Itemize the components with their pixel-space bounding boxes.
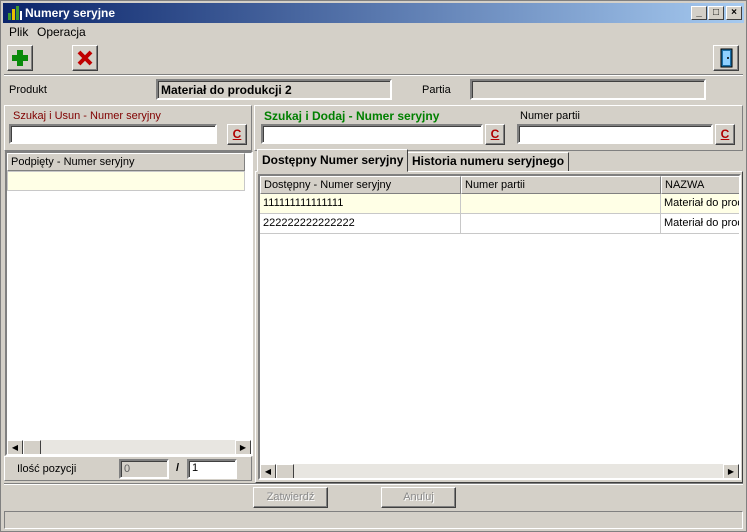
- right-clear-button[interactable]: C: [485, 124, 505, 145]
- batch-field: [470, 79, 706, 100]
- confirm-button[interactable]: Zatwierdź: [253, 487, 328, 508]
- scroll-thumb[interactable]: [276, 464, 294, 478]
- toolbar-divider: [4, 74, 743, 76]
- table-row-2-serial[interactable]: 222222222222222: [260, 214, 461, 234]
- batch-clear-button[interactable]: C: [715, 124, 735, 145]
- door-exit-icon: [720, 48, 733, 68]
- column-header-batch[interactable]: Numer partii: [461, 176, 661, 194]
- attached-empty-row[interactable]: [7, 171, 245, 191]
- batch-label: Partia: [422, 84, 451, 96]
- window-title: Numery seryjne: [25, 6, 116, 20]
- scroll-right-icon[interactable]: ▶: [723, 464, 739, 478]
- main-window: Numery seryjne _ □ × Plik Operacja Produ…: [0, 0, 747, 532]
- total-field[interactable]: 1: [187, 459, 237, 479]
- table-row-1-serial[interactable]: 111111111111111: [260, 194, 461, 214]
- attached-serials-header[interactable]: Podpięty - Numer seryjny: [7, 153, 245, 171]
- count-field: 0: [119, 459, 169, 479]
- attached-serials-grid: Podpięty - Numer seryjny ◀ ▶: [5, 151, 253, 456]
- scroll-right-icon[interactable]: ▶: [235, 440, 251, 454]
- count-separator: /: [176, 462, 180, 474]
- minimize-button[interactable]: _: [691, 6, 707, 20]
- app-icon: [8, 6, 22, 20]
- batch-number-input[interactable]: [517, 124, 713, 144]
- left-search-label: Szukaj i Usun - Numer seryjny: [13, 110, 161, 122]
- menu-operation[interactable]: Operacja: [37, 25, 86, 39]
- table-row-1-batch[interactable]: [461, 194, 661, 214]
- add-button[interactable]: [7, 45, 33, 71]
- maximize-button[interactable]: □: [708, 6, 724, 20]
- left-search-input[interactable]: [9, 124, 217, 144]
- delete-button[interactable]: [72, 45, 98, 71]
- left-horizontal-scrollbar[interactable]: ◀ ▶: [7, 440, 251, 454]
- scroll-left-icon[interactable]: ◀: [7, 440, 23, 454]
- plus-icon: [12, 50, 28, 66]
- product-label: Produkt: [9, 84, 47, 96]
- tab-available-serials[interactable]: Dostępny Numer seryjny: [257, 149, 409, 172]
- right-search-label: Szukaj i Dodaj - Numer seryjny: [264, 109, 440, 123]
- exit-button[interactable]: [713, 45, 739, 71]
- cancel-button[interactable]: Anuluj: [381, 487, 456, 508]
- status-bar: [4, 511, 743, 529]
- batch-number-label: Numer partii: [520, 110, 580, 122]
- scroll-left-icon[interactable]: ◀: [260, 464, 276, 478]
- table-row-2-name[interactable]: Materiał do prod: [661, 214, 739, 234]
- delete-x-icon: [77, 50, 93, 66]
- right-horizontal-scrollbar[interactable]: ◀ ▶: [260, 464, 739, 478]
- right-search-input[interactable]: [261, 124, 483, 144]
- tab-serial-history[interactable]: Historia numeru seryjnego: [407, 152, 570, 172]
- table-row-1-name[interactable]: Materiał do prod: [661, 194, 739, 214]
- menu-file[interactable]: Plik: [9, 25, 28, 39]
- column-header-serial[interactable]: Dostępny - Numer seryjny: [260, 176, 461, 194]
- available-serials-grid: Dostępny - Numer seryjny Numer partii NA…: [258, 174, 741, 480]
- title-bar: Numery seryjne _ □ ×: [3, 3, 744, 23]
- count-label: Ilość pozycji: [17, 463, 77, 475]
- table-row-2-batch[interactable]: [461, 214, 661, 234]
- close-window-button[interactable]: ×: [726, 6, 742, 20]
- scroll-thumb[interactable]: [23, 440, 41, 454]
- column-header-name[interactable]: NAZWA: [661, 176, 739, 194]
- product-field: Materiał do produkcji 2: [156, 79, 392, 100]
- left-clear-button[interactable]: C: [227, 124, 247, 145]
- bottom-divider: [4, 483, 743, 485]
